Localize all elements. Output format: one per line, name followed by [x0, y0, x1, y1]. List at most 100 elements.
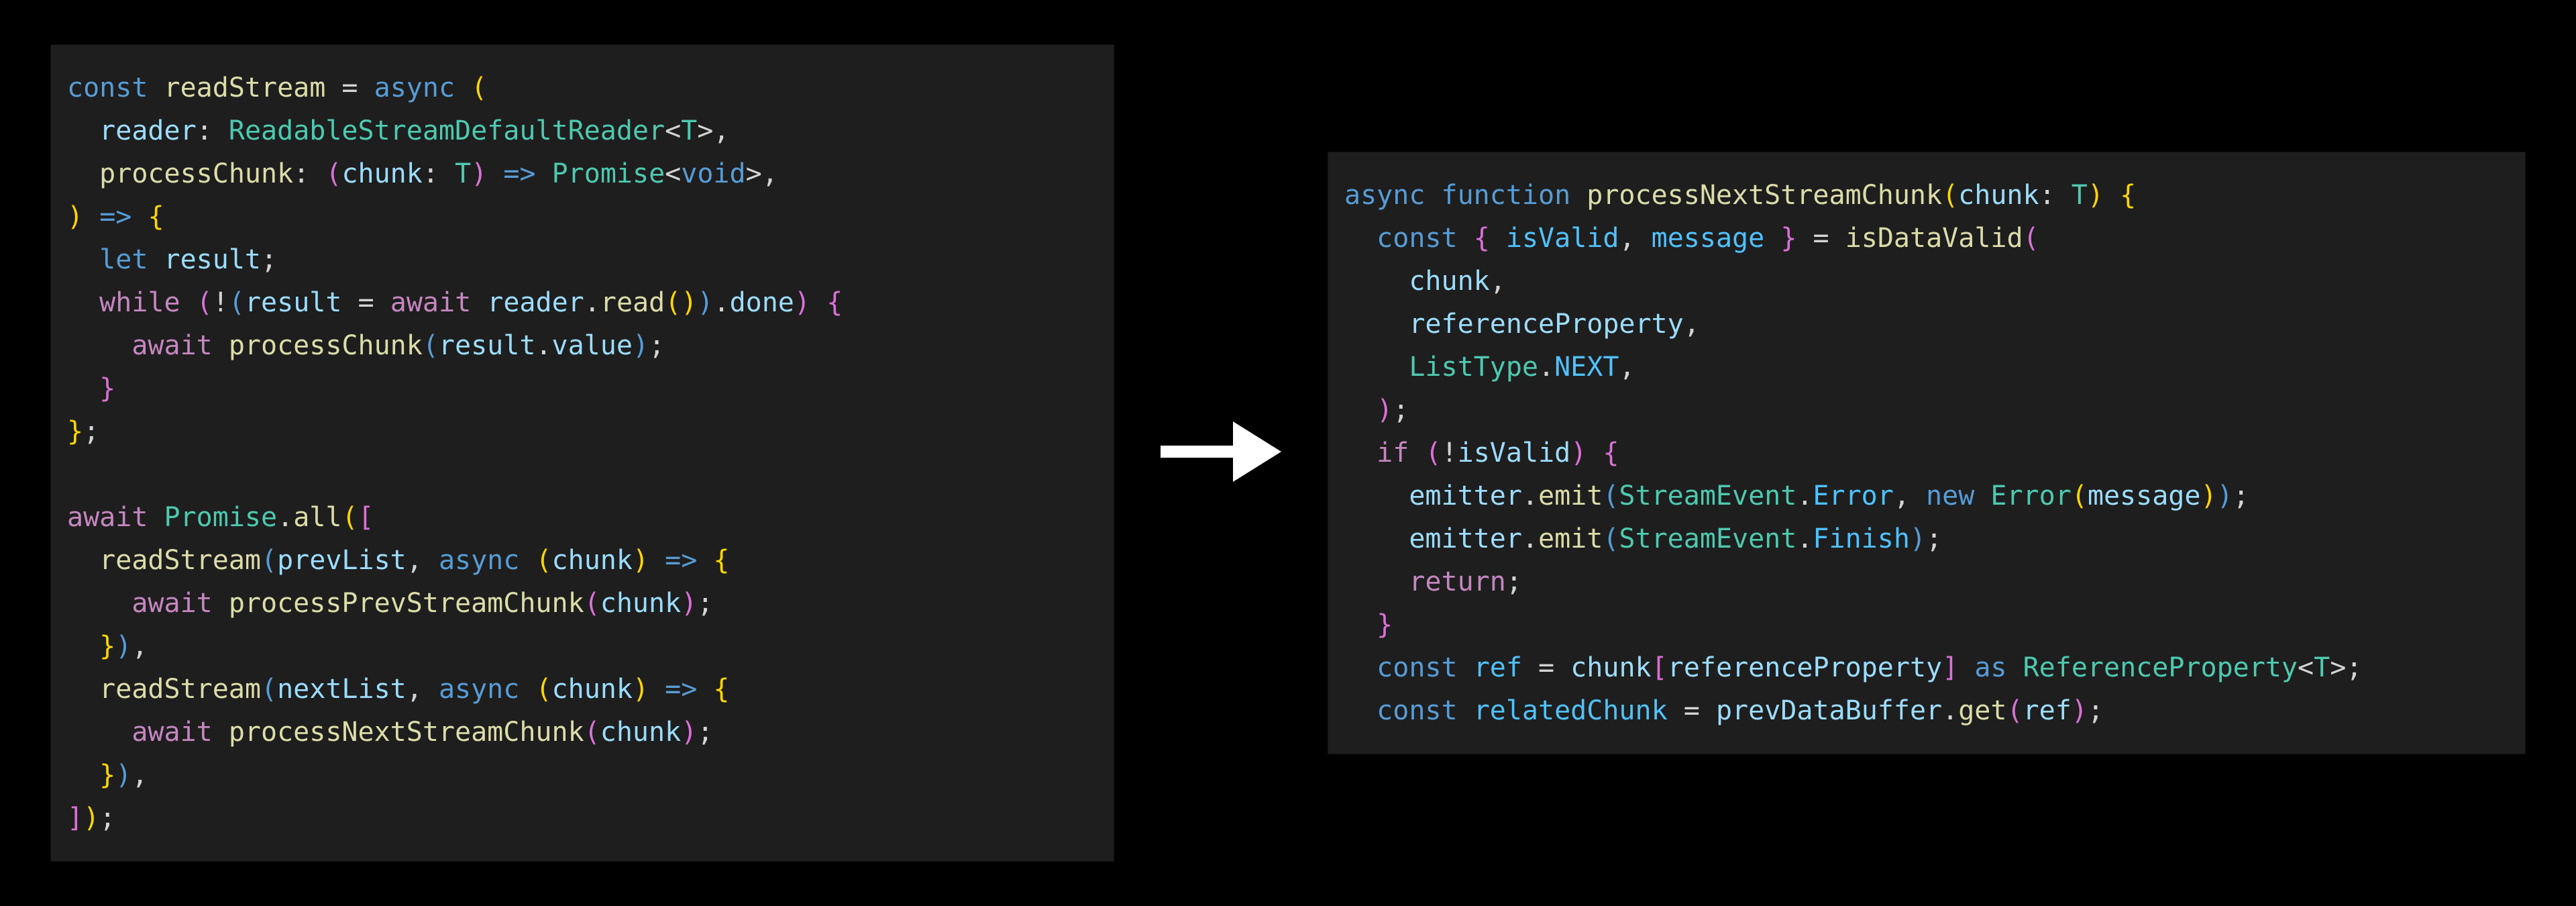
code-token: referenceProperty	[1668, 652, 1942, 683]
code-token: StreamEvent	[1619, 481, 1796, 511]
code-token: )	[67, 201, 83, 232]
code-token: chunk	[600, 588, 681, 619]
code-token: (	[2023, 223, 2039, 254]
code-token: ;	[99, 803, 115, 834]
code-token: .	[1942, 695, 1958, 726]
code-token: )	[2072, 695, 2088, 726]
code-token: done	[730, 287, 794, 318]
code-token	[697, 674, 713, 705]
code-token	[1344, 395, 1377, 425]
code-token: result	[245, 287, 342, 318]
code-token: (	[584, 717, 600, 748]
code-token: prevList	[277, 545, 407, 576]
code-token: async	[439, 545, 519, 576]
code-token: )	[115, 760, 131, 791]
code-token: )	[633, 545, 649, 576]
code-token	[131, 201, 148, 232]
code-token	[1974, 481, 1990, 511]
code-token: >	[697, 115, 713, 146]
code-token: T	[2314, 652, 2330, 683]
code-token	[67, 115, 99, 146]
code-token: NEXT	[1554, 352, 1619, 383]
code-token: ,	[131, 631, 148, 662]
code-token: isValid	[1458, 438, 1571, 468]
code-token	[2007, 652, 2023, 683]
code-token: }	[99, 373, 115, 404]
code-token: )	[1910, 523, 1926, 554]
code-token: )	[794, 287, 810, 318]
code-token: [	[1652, 652, 1668, 683]
code-token: )	[681, 588, 697, 619]
code-token	[1764, 223, 1780, 254]
code-token	[213, 717, 229, 748]
code-token: message	[2088, 481, 2201, 511]
code-token	[1570, 180, 1587, 211]
code-token: emitter	[1409, 523, 1522, 554]
code-token: .	[584, 287, 600, 318]
code-token: =	[1813, 223, 1829, 254]
code-token: )	[633, 674, 649, 705]
code-token: ]	[67, 803, 83, 834]
code-token	[439, 158, 455, 189]
code-token: ;	[83, 416, 99, 447]
code-token	[1344, 438, 1377, 468]
code-token: message	[1652, 223, 1765, 254]
code-token	[1425, 180, 1441, 211]
code-token: :	[423, 158, 439, 189]
code-token	[358, 72, 374, 103]
code-token: >	[746, 158, 762, 189]
code-token: ,	[1490, 266, 1506, 297]
code-token: )	[681, 717, 697, 748]
code-token: ;	[1926, 523, 1942, 554]
code-line: }),	[67, 631, 148, 662]
code-token	[67, 330, 131, 361]
code-token	[309, 158, 325, 189]
code-token: const	[1377, 652, 1457, 683]
code-line: const readStream = async (	[67, 72, 487, 103]
code-token: nextList	[277, 674, 407, 705]
code-token: while	[99, 287, 180, 318]
code-token: )	[681, 287, 697, 318]
code-token	[1458, 695, 1474, 726]
code-token	[697, 545, 713, 576]
code-token: ReadableStreamDefaultReader	[229, 115, 665, 146]
code-token: ;	[261, 244, 277, 275]
code-token: emit	[1538, 481, 1603, 511]
code-token: }	[99, 760, 115, 791]
arrow-separator	[1154, 411, 1288, 495]
code-token: =>	[503, 158, 535, 189]
code-token: readStream	[99, 674, 261, 705]
code-token: (	[1603, 481, 1619, 511]
code-token: )	[115, 631, 131, 662]
code-token: }	[1377, 609, 1393, 640]
code-token: ,	[1894, 481, 1910, 511]
code-token: (	[2006, 695, 2023, 726]
code-line: while (!(result = await reader.read()).d…	[67, 287, 843, 318]
left-code-block: const readStream = async ( reader: Reada…	[67, 66, 1087, 840]
code-token	[649, 545, 665, 576]
code-token	[1829, 223, 1845, 254]
code-token: chunk	[552, 545, 633, 576]
code-line: const relatedChunk = prevDataBuffer.get(…	[1344, 695, 2104, 726]
code-token: async	[1344, 180, 1425, 211]
code-token	[1344, 523, 1409, 554]
code-token: ref	[1474, 652, 1522, 683]
code-token: ,	[1619, 352, 1635, 383]
code-token: :	[2039, 180, 2055, 211]
code-token	[1554, 652, 1570, 683]
code-token: const	[1377, 223, 1457, 254]
code-token	[1522, 652, 1538, 683]
code-token: await	[390, 287, 471, 318]
code-token: value	[552, 330, 633, 361]
code-token: StreamEvent	[1619, 523, 1796, 554]
code-token: chunk	[341, 158, 422, 189]
code-token: isValid	[1506, 223, 1619, 254]
code-token	[325, 72, 341, 103]
code-token	[67, 717, 131, 748]
code-token: {	[713, 545, 729, 576]
code-token: [	[358, 502, 374, 533]
code-token: readStream	[164, 72, 326, 103]
code-token: )	[697, 287, 713, 318]
code-token: processNextStreamChunk	[229, 717, 584, 748]
code-token: !	[1442, 438, 1458, 468]
